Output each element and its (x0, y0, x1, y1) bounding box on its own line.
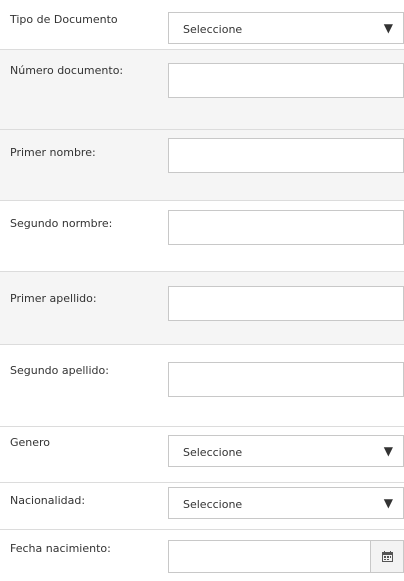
primer-nombre-label: Primer nombre: (10, 146, 96, 159)
row-numero-documento: Número documento: (0, 50, 404, 130)
row-segundo-nombre: Segundo normbre: (0, 201, 404, 272)
calendar-button[interactable] (370, 541, 403, 572)
primer-apellido-label: Primer apellido: (10, 292, 97, 305)
row-primer-apellido: Primer apellido: (0, 272, 404, 345)
genero-value: Seleccione (183, 446, 243, 459)
row-genero: Genero Seleccione ▼ (0, 427, 404, 483)
segundo-apellido-label: Segundo apellido: (10, 364, 109, 377)
chevron-down-icon: ▼ (383, 21, 393, 35)
primer-nombre-input[interactable] (168, 138, 404, 173)
tipo-documento-select[interactable]: Seleccione ▼ (168, 12, 404, 44)
tipo-documento-label: Tipo de Documento (10, 13, 118, 26)
calendar-icon (382, 551, 393, 562)
genero-label: Genero (10, 436, 51, 449)
row-fecha-nacimiento: Fecha nacimiento: (0, 530, 404, 581)
nacionalidad-label: Nacionalidad: (10, 494, 86, 507)
segundo-nombre-label: Segundo normbre: (10, 217, 113, 230)
chevron-down-icon: ▼ (383, 496, 393, 510)
segundo-nombre-input[interactable] (168, 210, 404, 245)
row-nacionalidad: Nacionalidad: Seleccione ▼ (0, 483, 404, 530)
row-primer-nombre: Primer nombre: (0, 130, 404, 201)
fecha-nacimiento-label: Fecha nacimiento: (10, 542, 111, 555)
nacionalidad-value: Seleccione (183, 498, 243, 511)
fecha-nacimiento-field[interactable] (168, 540, 404, 573)
numero-documento-label: Número documento: (10, 64, 124, 77)
tipo-documento-value: Seleccione (183, 23, 243, 36)
genero-select[interactable]: Seleccione ▼ (168, 435, 404, 467)
primer-apellido-input[interactable] (168, 286, 404, 321)
numero-documento-input[interactable] (168, 63, 404, 98)
segundo-apellido-input[interactable] (168, 362, 404, 397)
row-tipo-documento: Tipo de Documento Seleccione ▼ (0, 0, 404, 50)
chevron-down-icon: ▼ (383, 444, 393, 458)
row-segundo-apellido: Segundo apellido: (0, 345, 404, 427)
person-form: Tipo de Documento Seleccione ▼ Número do… (0, 0, 404, 581)
nacionalidad-select[interactable]: Seleccione ▼ (168, 487, 404, 519)
